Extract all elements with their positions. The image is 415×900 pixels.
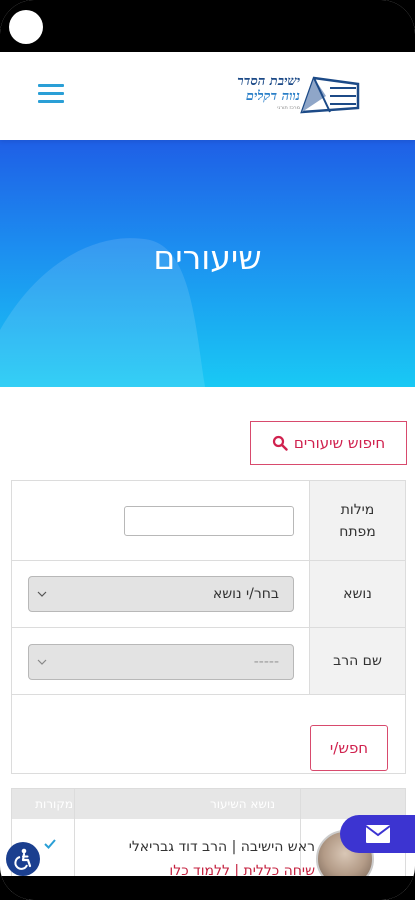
rabbi-label: שם הרב [309,628,405,694]
topic-label: נושא [309,561,405,627]
check-icon [44,839,56,849]
topic-select-value: בחר/י נושא [212,586,279,602]
col-header-topic: נושא השיעור [210,797,275,811]
logo-text: ישיבת הסדר נווה דקלים מרכז תורני [237,74,300,112]
keywords-row: מילות מפתח [12,481,405,561]
hamburger-icon[interactable] [38,84,64,104]
phone-screen: ישיבת הסדר נווה דקלים מרכז תורני שיעורים… [0,0,415,900]
hero-banner: שיעורים [0,140,415,387]
page-title: שיעורים [153,238,262,277]
search-icon [272,435,288,451]
result-speaker: ראש הישיבה | הרב דוד גבריאלי [128,839,315,855]
search-form: מילות מפתח נושא בחר/י נושא שם הרב ----- … [11,480,406,774]
rabbi-select-value: ----- [253,654,279,670]
logo-line-3: מרכז תורני [277,105,300,111]
camera-cutout [9,10,43,44]
keywords-input[interactable] [124,506,294,536]
mail-icon [364,825,391,843]
submit-row: חפש/י [12,695,405,773]
rabbi-select[interactable]: ----- [28,644,294,680]
logo-mark-icon [300,76,360,114]
logo-line-2: נווה דקלים [245,89,300,104]
status-bar [0,0,415,52]
contact-mail-button[interactable] [340,815,415,853]
topic-row: נושא בחר/י נושא [12,561,405,628]
keywords-label: מילות מפתח [309,481,405,560]
accessibility-icon [14,848,32,870]
accessibility-button[interactable] [6,842,40,876]
site-header: ישיבת הסדר נווה דקלים מרכז תורני [0,52,415,140]
site-logo[interactable]: ישיבת הסדר נווה דקלים מרכז תורני [212,74,360,118]
chevron-down-icon [37,659,47,665]
results-header: נושא השיעור מקורות [12,789,405,819]
logo-line-1: ישיבת הסדר [237,74,300,89]
col-header-sources: מקורות [35,797,73,811]
submit-button[interactable]: חפש/י [310,725,388,771]
chevron-down-icon [37,591,47,597]
topic-select[interactable]: בחר/י נושא [28,576,294,612]
rabbi-row: שם הרב ----- [12,628,405,695]
home-indicator-bar [0,876,415,900]
search-lessons-button[interactable]: חיפוש שיעורים [250,421,407,465]
search-button-label: חיפוש שיעורים [293,434,386,452]
